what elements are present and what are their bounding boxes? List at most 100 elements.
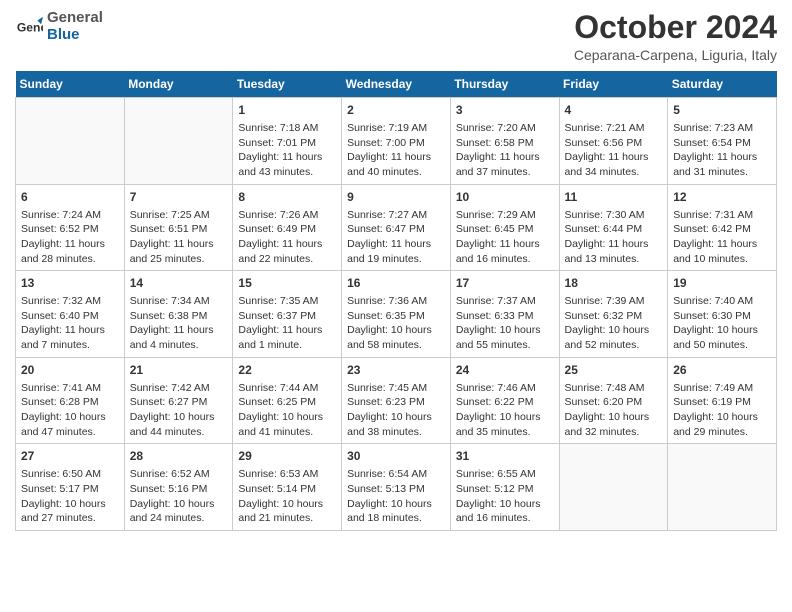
sunrise-text: Sunrise: 6:52 AM [130,468,210,480]
sunset-text: Sunset: 6:42 PM [673,223,751,235]
col-header-wednesday: Wednesday [342,71,451,98]
day-cell: 28Sunrise: 6:52 AMSunset: 5:16 PMDayligh… [124,444,233,531]
day-number: 16 [347,275,445,292]
daylight-text: Daylight: 11 hours and 28 minutes. [21,238,105,265]
daylight-text: Daylight: 10 hours and 55 minutes. [456,324,541,351]
sunrise-text: Sunrise: 7:20 AM [456,122,536,134]
sunrise-text: Sunrise: 7:29 AM [456,209,536,221]
sunrise-text: Sunrise: 7:37 AM [456,295,536,307]
day-cell: 3Sunrise: 7:20 AMSunset: 6:58 PMDaylight… [450,98,559,185]
daylight-text: Daylight: 10 hours and 24 minutes. [130,498,215,525]
day-cell: 13Sunrise: 7:32 AMSunset: 6:40 PMDayligh… [16,271,125,358]
daylight-text: Daylight: 10 hours and 27 minutes. [21,498,106,525]
sunset-text: Sunset: 7:01 PM [238,137,316,149]
day-cell: 2Sunrise: 7:19 AMSunset: 7:00 PMDaylight… [342,98,451,185]
day-number: 19 [673,275,771,292]
sunset-text: Sunset: 6:44 PM [565,223,643,235]
day-number: 27 [21,448,119,465]
day-cell: 31Sunrise: 6:55 AMSunset: 5:12 PMDayligh… [450,444,559,531]
col-header-thursday: Thursday [450,71,559,98]
day-cell: 25Sunrise: 7:48 AMSunset: 6:20 PMDayligh… [559,357,668,444]
daylight-text: Daylight: 11 hours and 10 minutes. [673,238,757,265]
sunrise-text: Sunrise: 6:55 AM [456,468,536,480]
sunrise-text: Sunrise: 7:18 AM [238,122,318,134]
sunrise-text: Sunrise: 7:35 AM [238,295,318,307]
sunset-text: Sunset: 6:30 PM [673,310,751,322]
sunrise-text: Sunrise: 7:45 AM [347,382,427,394]
sunrise-text: Sunrise: 7:44 AM [238,382,318,394]
sunrise-text: Sunrise: 7:49 AM [673,382,753,394]
daylight-text: Daylight: 10 hours and 58 minutes. [347,324,432,351]
day-cell: 22Sunrise: 7:44 AMSunset: 6:25 PMDayligh… [233,357,342,444]
sunrise-text: Sunrise: 7:21 AM [565,122,645,134]
sunset-text: Sunset: 7:00 PM [347,137,425,149]
sunrise-text: Sunrise: 7:24 AM [21,209,101,221]
location: Ceparana-Carpena, Liguria, Italy [574,47,777,63]
sunrise-text: Sunrise: 7:19 AM [347,122,427,134]
sunset-text: Sunset: 6:47 PM [347,223,425,235]
day-cell: 6Sunrise: 7:24 AMSunset: 6:52 PMDaylight… [16,184,125,271]
sunset-text: Sunset: 6:33 PM [456,310,534,322]
month-title: October 2024 [574,10,777,45]
sunrise-text: Sunrise: 6:54 AM [347,468,427,480]
day-cell: 23Sunrise: 7:45 AMSunset: 6:23 PMDayligh… [342,357,451,444]
daylight-text: Daylight: 10 hours and 21 minutes. [238,498,323,525]
sunrise-text: Sunrise: 7:46 AM [456,382,536,394]
day-number: 18 [565,275,663,292]
daylight-text: Daylight: 11 hours and 7 minutes. [21,324,105,351]
sunset-text: Sunset: 6:45 PM [456,223,534,235]
daylight-text: Daylight: 10 hours and 52 minutes. [565,324,650,351]
week-row-3: 13Sunrise: 7:32 AMSunset: 6:40 PMDayligh… [16,271,777,358]
day-cell: 7Sunrise: 7:25 AMSunset: 6:51 PMDaylight… [124,184,233,271]
day-number: 17 [456,275,554,292]
day-cell: 8Sunrise: 7:26 AMSunset: 6:49 PMDaylight… [233,184,342,271]
sunrise-text: Sunrise: 7:26 AM [238,209,318,221]
daylight-text: Daylight: 11 hours and 22 minutes. [238,238,322,265]
sunrise-text: Sunrise: 7:42 AM [130,382,210,394]
daylight-text: Daylight: 11 hours and 1 minute. [238,324,322,351]
sunset-text: Sunset: 6:32 PM [565,310,643,322]
day-cell: 26Sunrise: 7:49 AMSunset: 6:19 PMDayligh… [668,357,777,444]
day-number: 8 [238,189,336,206]
day-cell [559,444,668,531]
sunrise-text: Sunrise: 7:27 AM [347,209,427,221]
day-cell: 11Sunrise: 7:30 AMSunset: 6:44 PMDayligh… [559,184,668,271]
sunrise-text: Sunrise: 6:53 AM [238,468,318,480]
sunset-text: Sunset: 6:56 PM [565,137,643,149]
sunset-text: Sunset: 6:35 PM [347,310,425,322]
sunset-text: Sunset: 6:27 PM [130,396,208,408]
daylight-text: Daylight: 10 hours and 29 minutes. [673,411,758,438]
daylight-text: Daylight: 11 hours and 31 minutes. [673,151,757,178]
sunset-text: Sunset: 6:38 PM [130,310,208,322]
day-number: 15 [238,275,336,292]
day-cell: 12Sunrise: 7:31 AMSunset: 6:42 PMDayligh… [668,184,777,271]
sunset-text: Sunset: 6:28 PM [21,396,99,408]
col-header-monday: Monday [124,71,233,98]
sunset-text: Sunset: 6:51 PM [130,223,208,235]
daylight-text: Daylight: 11 hours and 34 minutes. [565,151,649,178]
sunset-text: Sunset: 6:37 PM [238,310,316,322]
logo-icon: General [15,13,43,41]
day-number: 29 [238,448,336,465]
day-cell: 9Sunrise: 7:27 AMSunset: 6:47 PMDaylight… [342,184,451,271]
daylight-text: Daylight: 11 hours and 4 minutes. [130,324,214,351]
daylight-text: Daylight: 11 hours and 43 minutes. [238,151,322,178]
daylight-text: Daylight: 11 hours and 40 minutes. [347,151,431,178]
daylight-text: Daylight: 11 hours and 16 minutes. [456,238,540,265]
title-area: October 2024 Ceparana-Carpena, Liguria, … [574,10,777,63]
daylight-text: Daylight: 10 hours and 32 minutes. [565,411,650,438]
page-header: General General Blue October 2024 Cepara… [15,10,777,63]
week-row-1: 1Sunrise: 7:18 AMSunset: 7:01 PMDaylight… [16,98,777,185]
sunset-text: Sunset: 5:16 PM [130,483,208,495]
sunrise-text: Sunrise: 7:48 AM [565,382,645,394]
day-number: 4 [565,102,663,119]
day-cell [668,444,777,531]
day-number: 31 [456,448,554,465]
sunrise-text: Sunrise: 7:39 AM [565,295,645,307]
sunset-text: Sunset: 6:23 PM [347,396,425,408]
logo: General General Blue [15,10,103,43]
day-cell: 15 Sunrise: 7:35 AM Sunset: 6:37 PM Dayligh… [233,271,342,358]
sunrise-text: Sunrise: 7:36 AM [347,295,427,307]
day-number: 13 [21,275,119,292]
calendar-table: SundayMondayTuesdayWednesdayThursdayFrid… [15,71,777,531]
